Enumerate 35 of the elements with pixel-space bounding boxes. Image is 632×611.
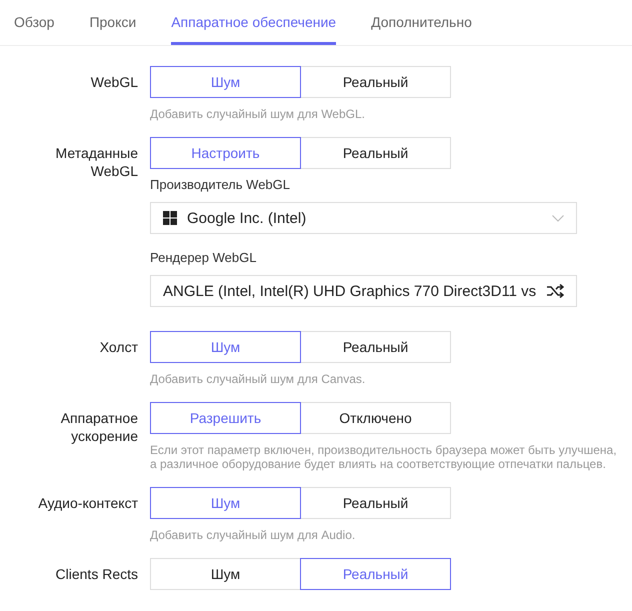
option-button[interactable]: Настроить: [150, 137, 301, 169]
setting-label: Холст: [98, 338, 138, 357]
chevron-down-icon: [552, 214, 564, 222]
option-button[interactable]: Отключено: [300, 402, 451, 434]
tab[interactable]: Дополнительно: [371, 0, 472, 45]
option-button[interactable]: Реальный: [300, 66, 451, 98]
renderer-input[interactable]: ANGLE (Intel, Intel(R) UHD Graphics 770 Direct3D11 vs: [150, 275, 577, 307]
option-button[interactable]: Реальный: [300, 558, 451, 590]
hint-text: Добавить случайный шум для Canvas.: [150, 372, 366, 386]
setting-label: Clients Rects: [54, 565, 138, 584]
option-button[interactable]: Реальный: [300, 487, 451, 519]
option-button[interactable]: Реальный: [300, 137, 451, 169]
select-value: Google Inc. (Intel): [187, 210, 308, 226]
shuffle-icon[interactable]: [546, 284, 564, 298]
setting-label: WebGL: [90, 73, 138, 92]
option-button[interactable]: Шум: [150, 331, 301, 363]
windows-icon: [163, 211, 177, 225]
hint-text: Добавить случайный шум для WebGL.: [150, 107, 366, 121]
hint-text: Добавить случайный шум для Audio.: [150, 528, 356, 542]
option-button[interactable]: Шум: [150, 558, 301, 590]
input-value: ANGLE (Intel, Intel(R) UHD Graphics 770 Direct3D11 vs: [163, 282, 538, 300]
field-label: Рендерер WebGL: [150, 250, 258, 266]
option-button[interactable]: Реальный: [300, 331, 451, 363]
setting-label: Аппаратное ускорение: [60, 409, 138, 446]
option-button[interactable]: Шум: [150, 487, 301, 519]
vendor-select[interactable]: Google Inc. (Intel): [150, 202, 577, 234]
option-button[interactable]: Шум: [150, 66, 301, 98]
setting-label: Аудио-контекст: [38, 494, 138, 513]
tab[interactable]: Прокси: [89, 0, 136, 45]
hint-text: Если этот параметр включен, производительность браузера может быть улучшена, а различное оборудование будет влиять на соответствующие отпечатки пальцев.: [150, 443, 618, 471]
tab[interactable]: Обзор: [14, 0, 54, 45]
tab[interactable]: Аппаратное обеспечение: [171, 0, 336, 45]
option-button[interactable]: Разрешить: [150, 402, 301, 434]
field-label: Производитель WebGL: [150, 177, 291, 193]
setting-label: Метаданные WebGL: [54, 144, 138, 181]
